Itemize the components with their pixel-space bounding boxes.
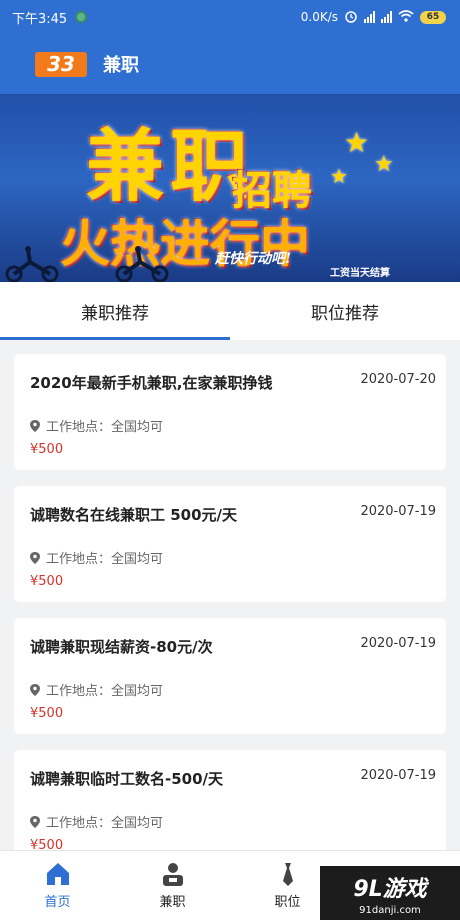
banner-headline: 兼职 [86, 121, 255, 212]
app-logo: 33 [35, 51, 87, 77]
app-bar: 33 兼职 [0, 34, 460, 94]
wifi-icon [398, 9, 414, 25]
star-icon: ★ [344, 126, 370, 159]
nav-label: 职位 [274, 895, 301, 910]
tab-bar: 兼职推荐 职位推荐 [0, 282, 460, 340]
tab-position-recommend[interactable]: 职位推荐 [230, 282, 460, 340]
job-salary: ¥500 [30, 574, 64, 589]
nav-home[interactable]: 首页 [0, 851, 115, 920]
job-salary: ¥500 [30, 838, 64, 850]
location-pin-icon [30, 815, 40, 828]
nav-parttime[interactable]: 兼职 [115, 851, 230, 920]
job-card[interactable]: 2020年最新手机兼职,在家兼职挣钱 2020-07-20 工作地点：全国均可 … [14, 354, 446, 470]
status-bar: 下午3:45 0.0K/s 65 [0, 0, 460, 34]
job-date: 2020-07-20 [360, 372, 436, 387]
tab-parttime-recommend[interactable]: 兼职推荐 [0, 282, 230, 340]
person-icon [162, 863, 183, 886]
cyclist-silhouette [5, 246, 59, 282]
status-time: 下午3:45 [12, 11, 68, 27]
network-speed: 0.0K/s [300, 10, 338, 24]
promo-banner[interactable]: 兼职 ★ ★ ★ 招聘 火热进行中 赶快行动吧! 工资当天结算 [0, 94, 460, 282]
nav-label: 兼职 [159, 895, 186, 910]
nav-label: 首页 [44, 895, 71, 910]
job-location: 工作地点：全国均可 [46, 684, 164, 699]
location-pin-icon [30, 551, 40, 564]
home-icon [46, 863, 69, 885]
job-salary: ¥500 [30, 442, 64, 457]
page-title: 兼职 [103, 55, 139, 76]
star-icon: ★ [374, 152, 394, 177]
job-date: 2020-07-19 [360, 504, 436, 519]
location-pin-icon [30, 419, 40, 432]
job-salary: ¥500 [30, 706, 64, 721]
alarm-icon [344, 9, 358, 26]
watermark-logo: 9L游戏 [353, 876, 427, 902]
battery-icon: 65 [420, 10, 446, 24]
site-watermark: 9L游戏 91danji.com [320, 866, 460, 920]
location-pin-icon [30, 683, 40, 696]
banner-note: 工资当天结算 [330, 268, 390, 279]
app-notification-icon [75, 11, 88, 23]
banner-tagline: 赶快行动吧! [215, 251, 292, 267]
job-card[interactable]: 诚聘数名在线兼职工 500元/天 2020-07-19 工作地点：全国均可 ¥5… [14, 486, 446, 602]
signal-icon [364, 11, 375, 23]
star-icon: ★ [330, 164, 348, 188]
job-location: 工作地点：全国均可 [46, 552, 164, 567]
job-card[interactable]: 诚聘兼职现结薪资-80元/次 2020-07-19 工作地点：全国均可 ¥500 [14, 618, 446, 734]
tie-icon [282, 863, 293, 886]
job-card[interactable]: 诚聘兼职临时工数名-500/天 2020-07-19 工作地点：全国均可 ¥50… [14, 750, 446, 850]
cyclist-silhouette [115, 246, 169, 282]
header: 下午3:45 0.0K/s 65 33 兼职 [0, 0, 460, 94]
job-location: 工作地点：全国均可 [46, 420, 164, 435]
watermark-url: 91danji.com [359, 904, 421, 916]
job-location: 工作地点：全国均可 [46, 816, 164, 831]
job-date: 2020-07-19 [360, 636, 436, 651]
job-list: 2020年最新手机兼职,在家兼职挣钱 2020-07-20 工作地点：全国均可 … [0, 340, 460, 850]
job-date: 2020-07-19 [360, 768, 436, 783]
signal-icon-2 [381, 11, 392, 23]
